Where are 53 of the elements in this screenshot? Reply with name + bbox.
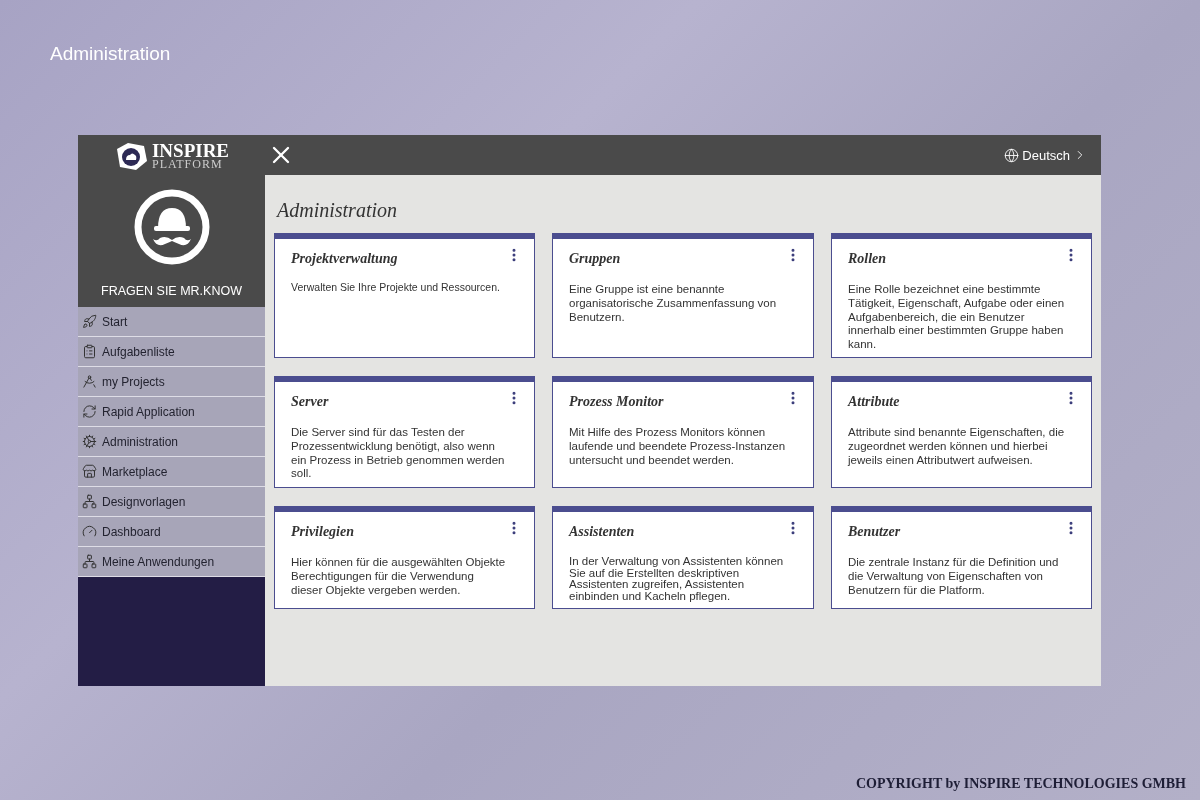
- nav-icon: [82, 554, 97, 569]
- sidebar-item[interactable]: Start: [78, 307, 265, 337]
- sidebar-item[interactable]: Aufgabenliste: [78, 337, 265, 367]
- card-description: Attribute sind benannte Eigenschaften, die zugeordnet werden können und hierbei jeweils einen Attributwert aufweisen.: [848, 426, 1066, 468]
- page-title: Administration: [275, 198, 398, 223]
- logo-wordmark: INSPIRE PLATFORM: [151, 142, 230, 170]
- nav-icon: [82, 314, 97, 329]
- admin-card[interactable]: Server Die Server sind für das Testen der Prozessentwicklung benötigt, also wenn ein Prozess in Betrieb genommen werden soll.: [274, 376, 535, 488]
- admin-card[interactable]: Gruppen Eine Gruppe ist eine benannte organisatorische Zusammenfassung von Benutzern.: [552, 233, 814, 358]
- sidebar-item[interactable]: Dashboard: [78, 517, 265, 547]
- card-description: Eine Gruppe ist eine benannte organisatorische Zusammenfassung von Benutzern.: [569, 283, 778, 325]
- nav-icon: [82, 404, 97, 419]
- hat-mustache-avatar-icon: [132, 188, 211, 266]
- language-button[interactable]: Deutsch: [1004, 147, 1087, 163]
- card-description: Mit Hilfe des Prozess Monitors können laufende und beendete Prozess-Instanzen untersucht und beendet werden.: [569, 426, 787, 468]
- nav-icon: [82, 524, 97, 539]
- card-description: Verwalten Sie Ihre Projekte und Ressourcen.: [291, 281, 501, 295]
- slide-title: Administration: [49, 42, 172, 66]
- card-title: Prozess Monitor: [569, 394, 664, 410]
- admin-card[interactable]: Projektverwaltung Verwalten Sie Ihre Projekte und Ressourcen.: [274, 233, 535, 358]
- admin-card[interactable]: Rollen Eine Rolle bezeichnet eine bestimmte Tätigkeit, Eigenschaft, Aufgabe oder einen Aufgabenbereich, die ein Benutzer innerhalb einer bestimmten Gruppe haben kann.: [831, 233, 1092, 358]
- card-title: Privilegien: [291, 524, 354, 540]
- card-description: Hier können für die ausgewählten Objekte Berechtigungen für die Verwendung dieser Objekte vergeben werden.: [291, 556, 507, 598]
- admin-card[interactable]: Prozess Monitor Mit Hilfe des Prozess Monitors können laufende und beendete Prozess-Instanzen untersucht und beendet werden.: [552, 376, 814, 488]
- card-title: Projektverwaltung: [291, 251, 398, 267]
- card-description: Die zentrale Instanz für die Definition und die Verwaltung von Eigenschaften von Benutzern für die Platform.: [848, 556, 1060, 598]
- admin-card[interactable]: Assistenten In der Verwaltung von Assistenten können Sie auf die Erstellten deskriptiven Assistenten zugreifen, Assistenten einbinden und Kacheln pflegen.: [552, 506, 814, 609]
- nav-icon: [82, 344, 97, 359]
- copyright-text: COPYRIGHT by INSPIRE TECHNOLOGIES GMBH: [855, 776, 1186, 792]
- sidebar-item[interactable]: Marketplace: [78, 457, 265, 487]
- card-title: Benutzer: [848, 524, 901, 540]
- sidebar-item[interactable]: Administration: [78, 427, 265, 457]
- sidebar-item[interactable]: Designvorlagen: [78, 487, 265, 517]
- card-description: Eine Rolle bezeichnet eine bestimmte Tätigkeit, Eigenschaft, Aufgabe oder einen Aufgabenbereich, die ein Benutzer innerhalb einer bestimmten Gruppe haben kann.: [848, 283, 1066, 352]
- card-title: Attribute: [848, 394, 900, 410]
- card-description: In der Verwaltung von Assistenten können Sie auf die Erstellten deskriptiven Assistenten zugreifen, Assistenten einbinden und Kacheln pflegen.: [569, 556, 785, 602]
- sidebar-item[interactable]: Meine Anwendungen: [78, 547, 265, 577]
- nav-icon: [82, 464, 97, 479]
- admin-card[interactable]: Attribute Attribute sind benannte Eigenschaften, die zugeordnet werden können und hierbei jeweils einen Attributwert aufweisen.: [831, 376, 1092, 488]
- globe-icon: [1004, 147, 1020, 163]
- nav-icon: [82, 434, 97, 449]
- card-description: Die Server sind für das Testen der Prozessentwicklung benötigt, also wenn ein Prozess in Betrieb genommen werden soll.: [291, 426, 506, 482]
- admin-card[interactable]: Privilegien Hier können für die ausgewählten Objekte Berechtigungen für die Verwendung dieser Objekte vergeben werden.: [274, 506, 535, 609]
- nav-icon: [82, 494, 97, 509]
- sidebar-item[interactable]: Rapid Application: [78, 397, 265, 427]
- sidebar-item[interactable]: my Projects: [78, 367, 265, 397]
- card-title: Server: [291, 394, 329, 410]
- card-title: Assistenten: [569, 524, 635, 540]
- admin-card[interactable]: Benutzer Die zentrale Instanz für die Definition und die Verwaltung von Eigenschaften von Benutzern für die Platform.: [831, 506, 1092, 609]
- card-title: Gruppen: [569, 251, 621, 267]
- card-title: Rollen: [848, 251, 887, 267]
- nav-icon: [82, 374, 97, 389]
- ask-assistant-label[interactable]: FRAGEN SIE MR.KNOW: [101, 284, 242, 298]
